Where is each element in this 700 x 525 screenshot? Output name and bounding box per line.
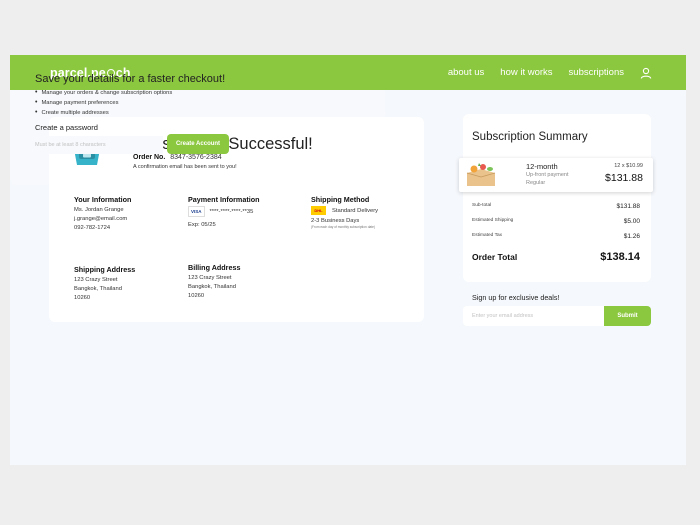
shipping-address-line1: 123 Crazy Street xyxy=(74,277,118,283)
order-total-value: $138.14 xyxy=(600,251,640,263)
dhl-logo: DHL xyxy=(311,206,326,215)
visa-logo: VISA xyxy=(188,206,205,217)
customer-phone: 092-782-1724 xyxy=(74,225,111,231)
product-details: Up-front payment Regular xyxy=(526,171,569,187)
benefits-list: Manage your orders & change subscription… xyxy=(35,88,172,118)
signup-label: Sign up for exclusive deals! xyxy=(472,293,560,302)
shipping-address: Shipping Address 123 Crazy Street Bangko… xyxy=(74,265,135,303)
billing-address-heading: Billing Address xyxy=(188,263,241,272)
tax-label: Estimated Tax xyxy=(472,233,503,238)
email-notice: A confirmation email has been sent to yo… xyxy=(133,164,237,170)
password-label: Create a password xyxy=(35,123,98,132)
product-payment-type: Up-front payment xyxy=(526,172,569,178)
card-expiry: Exp: 05/25 xyxy=(188,222,216,229)
create-account-button[interactable]: Create Account xyxy=(167,134,229,154)
product-name: 12-month xyxy=(526,162,558,171)
order-number: 8347-3576-2384 xyxy=(170,154,222,161)
shipping-address-zip: 10260 xyxy=(74,295,91,301)
shipping-method-heading: Shipping Method xyxy=(311,195,370,204)
shipping-address-heading: Shipping Address xyxy=(74,265,136,274)
product-box-icon xyxy=(466,163,496,186)
product-line-item: 12-month Up-front payment Regular 12 x $… xyxy=(459,158,653,192)
subtotal-row: Sub-total $131.88 xyxy=(472,203,640,210)
order-number-row: Order No. 8347-3576-2384 xyxy=(133,154,222,161)
nav-how-it-works[interactable]: how it works xyxy=(500,67,552,78)
your-information: Your Information Ms. Jordan Grange j.gra… xyxy=(74,195,131,233)
save-details-title: Save your details for a faster checkout! xyxy=(35,73,226,85)
benefit-item: Manage payment preferences xyxy=(35,98,172,108)
tax-row: Estimated Tax $1.26 xyxy=(472,233,640,240)
shipping-note: (From each day of monthly subscription d… xyxy=(311,225,375,230)
benefit-item: Manage your orders & change subscription… xyxy=(35,88,172,98)
shipping-label: Estimated Shipping xyxy=(472,218,514,223)
billing-address: Billing Address 123 Crazy Street Bangkok… xyxy=(188,263,240,301)
payment-heading: Payment Information xyxy=(188,195,260,204)
billing-address-line2: Bangkok, Thailand xyxy=(188,284,236,290)
nav-menu: about us how it works subscriptions xyxy=(448,67,652,79)
card-number: ****-****-****-**35 xyxy=(209,209,254,216)
billing-address-zip: 10260 xyxy=(188,293,205,299)
tax-value: $1.26 xyxy=(623,233,640,240)
nav-subscriptions[interactable]: subscriptions xyxy=(569,67,624,78)
password-input[interactable] xyxy=(35,136,163,154)
product-quantity: 12 x $10.99 xyxy=(614,163,643,169)
subscription-summary-card: Subscription Summary 12-month Up-front p… xyxy=(459,114,653,282)
newsletter-email-input[interactable] xyxy=(463,306,605,326)
shipping-address-line2: Bangkok, Thailand xyxy=(74,286,122,292)
billing-address-line1: 123 Crazy Street xyxy=(188,275,232,281)
app-frame: parcel.pe ch about us how it works subscr… xyxy=(10,55,686,465)
shipping-method: Shipping Method DHL Standard Delivery 2-3… xyxy=(311,195,378,230)
order-label: Order No. xyxy=(133,154,166,161)
payment-information: Payment Information VISA ****-****-****-*… xyxy=(188,195,260,230)
subtotal-label: Sub-total xyxy=(472,203,492,208)
customer-email: j.grange@email.com xyxy=(74,216,128,222)
shipping-eta: 2-3 Business Days xyxy=(311,218,360,225)
product-plan-type: Regular xyxy=(526,180,546,186)
your-info-heading: Your Information xyxy=(74,195,132,204)
subtotal-value: $131.88 xyxy=(616,203,641,210)
customer-name: Ms. Jordan Grange xyxy=(74,207,124,213)
newsletter-submit-button[interactable]: Submit xyxy=(604,306,651,326)
order-total-row: Order Total $138.14 xyxy=(472,251,640,263)
nav-about-us[interactable]: about us xyxy=(448,67,484,78)
order-total-label: Order Total xyxy=(472,252,518,262)
shipping-row: Estimated Shipping $5.00 xyxy=(472,218,640,225)
shipping-method-name: Standard Delivery xyxy=(332,208,379,215)
shipping-value: $5.00 xyxy=(623,218,640,225)
user-icon[interactable] xyxy=(640,67,652,79)
benefit-item: Create multiple addresses xyxy=(35,108,172,118)
summary-title: Subscription Summary xyxy=(472,131,588,143)
product-price: $131.88 xyxy=(605,172,643,184)
